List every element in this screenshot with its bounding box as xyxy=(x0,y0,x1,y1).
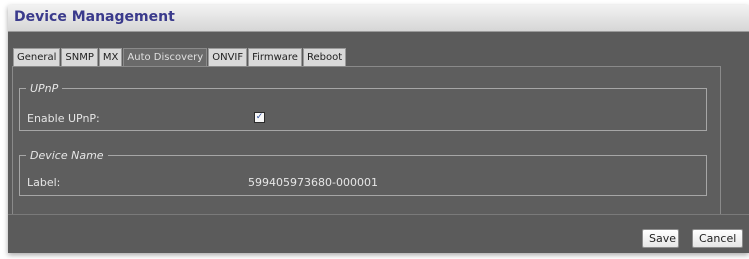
enable-upnp-checkbox[interactable]: ✓ xyxy=(254,112,265,123)
title-bar: Device Management xyxy=(8,5,749,32)
device-management-window: Device Management General SNMP MX Auto D… xyxy=(8,5,749,253)
footer-divider xyxy=(8,214,749,215)
tab-firmware[interactable]: Firmware xyxy=(248,48,302,66)
device-name-group: Device Name Label: 599405973680-000001 xyxy=(19,149,707,196)
tab-auto-discovery[interactable]: Auto Discovery xyxy=(123,48,208,66)
device-label-value: 599405973680-000001 xyxy=(248,176,378,189)
tab-onvif[interactable]: ONVIF xyxy=(208,48,248,66)
upnp-group: UPnP Enable UPnP: ✓ xyxy=(19,82,707,131)
tab-general[interactable]: General xyxy=(13,48,61,66)
device-name-legend: Device Name xyxy=(30,149,104,162)
tab-mx[interactable]: MX xyxy=(98,48,123,66)
tab-reboot[interactable]: Reboot xyxy=(302,48,347,66)
save-button[interactable]: Save xyxy=(642,229,679,248)
cancel-button[interactable]: Cancel xyxy=(692,229,743,248)
auto-discovery-panel: UPnP Enable UPnP: ✓ Device Name Label: 5… xyxy=(12,66,721,215)
tab-strip: General SNMP MX Auto Discovery ONVIF Fir… xyxy=(13,48,347,66)
window-title: Device Management xyxy=(14,9,175,25)
tab-snmp[interactable]: SNMP xyxy=(61,48,98,66)
label-field-label: Label: xyxy=(27,176,61,189)
enable-upnp-label: Enable UPnP: xyxy=(27,112,100,125)
upnp-legend: UPnP xyxy=(30,82,59,95)
